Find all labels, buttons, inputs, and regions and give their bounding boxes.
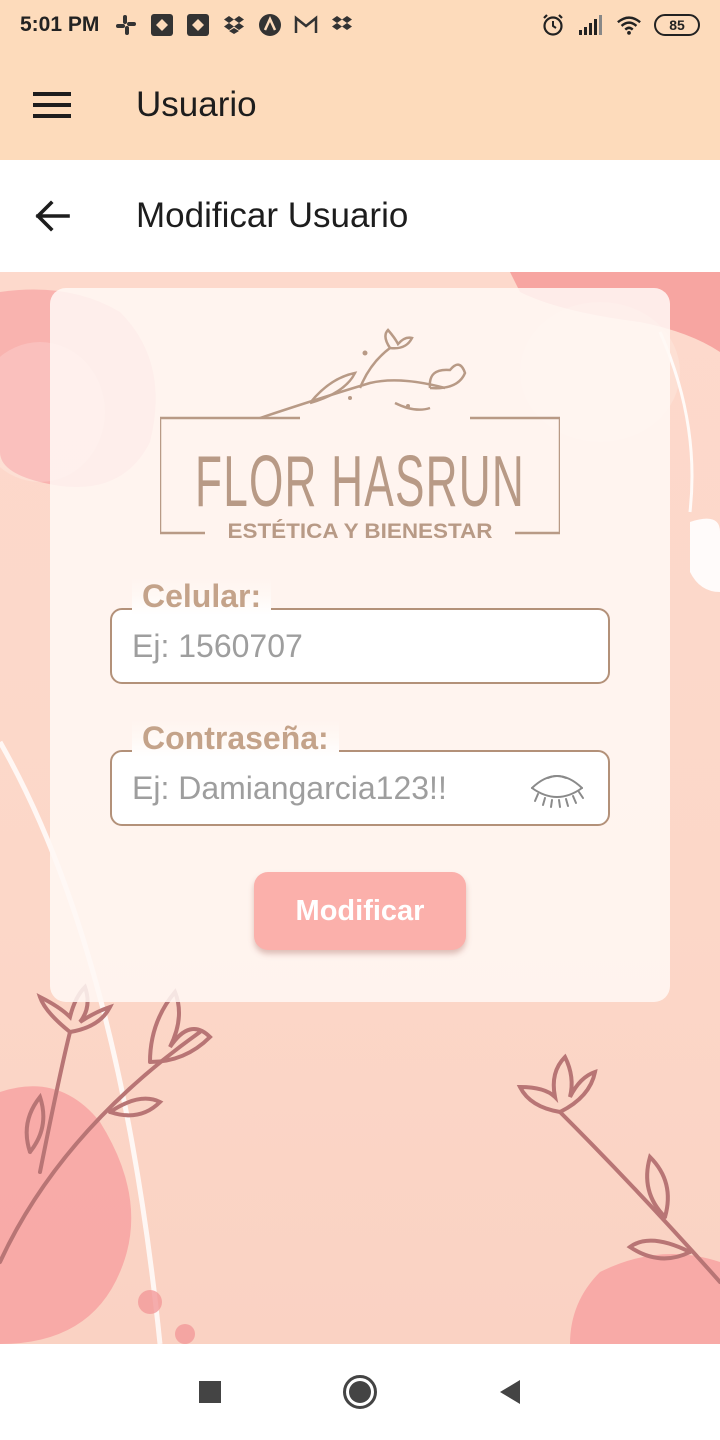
alarm-icon [540, 12, 566, 38]
form-card: FLOR HASRUN ESTÉTICA Y BIENESTAR Celular… [50, 288, 670, 1002]
menu-button[interactable] [0, 50, 104, 160]
brand-logo: FLOR HASRUN ESTÉTICA Y BIENESTAR [160, 328, 560, 543]
page-title: Modificar Usuario [136, 196, 409, 235]
app-title: Usuario [136, 85, 257, 124]
modify-button[interactable]: Modificar [254, 872, 466, 950]
slack-icon [113, 12, 139, 38]
brand-name: FLOR HASRUN [195, 442, 525, 522]
home-icon [343, 1375, 377, 1409]
phone-field: Celular: [110, 578, 610, 684]
hamburger-menu-icon [33, 92, 71, 118]
arc-icon [257, 12, 283, 38]
status-time: 5:01 PM [20, 13, 100, 36]
app-bar: Usuario [0, 50, 720, 160]
phone-label: Celular: [132, 578, 272, 615]
password-field: Contraseña: [110, 720, 610, 826]
arrow-back-icon [35, 200, 70, 232]
password-label: Contraseña: [132, 720, 339, 757]
status-bar: 5:01 PM 85 [0, 0, 720, 50]
notification-icons [113, 12, 355, 38]
brand-tagline: ESTÉTICA Y BIENESTAR [228, 520, 493, 543]
wifi-icon [616, 12, 642, 38]
sub-header: Modificar Usuario [0, 160, 720, 272]
signal-icon [578, 12, 604, 38]
app-icon [149, 12, 175, 38]
app-icon [185, 12, 211, 38]
recent-apps-icon [199, 1381, 221, 1403]
gmail-icon [293, 12, 319, 38]
home-button[interactable] [335, 1367, 385, 1417]
phone-input[interactable] [112, 610, 608, 682]
back-button[interactable] [0, 160, 104, 272]
system-back-button[interactable] [485, 1367, 535, 1417]
battery-indicator: 85 [654, 14, 700, 36]
recent-apps-button[interactable] [185, 1367, 235, 1417]
eye-closed-icon[interactable] [528, 770, 586, 810]
back-icon [500, 1380, 520, 1404]
dropbox-icon [221, 12, 247, 38]
navigation-bar [0, 1344, 720, 1440]
dropbox-icon [329, 12, 355, 38]
system-icons: 85 [540, 12, 700, 38]
